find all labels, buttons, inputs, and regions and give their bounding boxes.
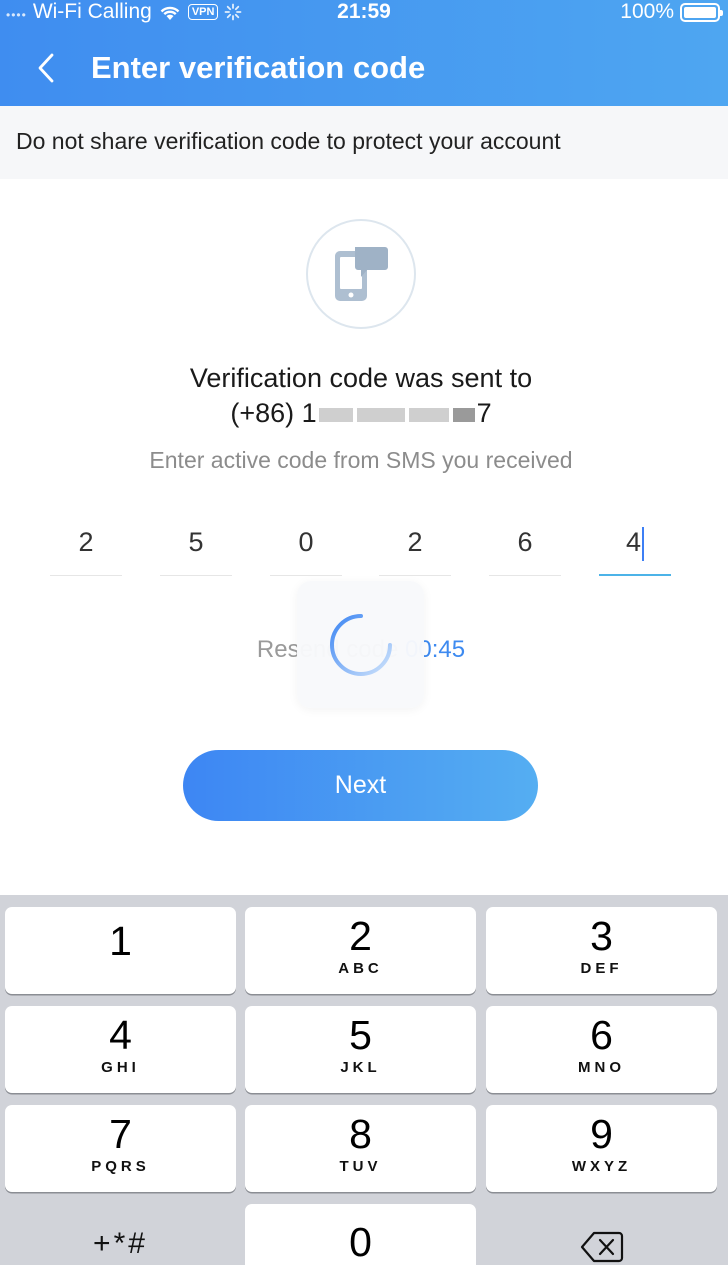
instruction-text: Enter active code from SMS you received	[149, 447, 573, 473]
redaction-mask	[356, 407, 405, 422]
next-button[interactable]: Next	[183, 750, 538, 821]
code-digit-input-active[interactable]: 4	[599, 520, 671, 576]
symbols-label: +*#	[93, 1227, 148, 1260]
back-button[interactable]	[26, 46, 66, 90]
keypad-key-7[interactable]: 7 PQRS	[5, 1105, 236, 1192]
backspace-icon	[580, 1231, 623, 1263]
loading-overlay	[297, 581, 424, 708]
key-letters: TUV	[339, 1158, 382, 1175]
code-digit: 4	[625, 527, 642, 557]
key-digit: 3	[590, 913, 613, 959]
code-digit-input[interactable]: 2	[50, 520, 122, 576]
code-digit-input[interactable]: 5	[160, 520, 232, 576]
notice-text: Do not share verification code to protec…	[16, 128, 561, 154]
keypad-key-9[interactable]: 9 WXYZ	[486, 1105, 717, 1192]
key-digit: 5	[349, 1012, 372, 1058]
code-digit-input[interactable]: 0	[270, 520, 342, 576]
key-letters: WXYZ	[571, 1158, 632, 1175]
status-right: 100%	[620, 0, 723, 24]
redaction-mask	[408, 407, 449, 422]
key-letters: MNO	[578, 1059, 625, 1076]
battery-percent: 100%	[620, 0, 674, 23]
text-caret	[642, 526, 645, 561]
keypad-delete-key[interactable]	[486, 1200, 717, 1265]
chevron-left-icon	[38, 53, 54, 83]
loading-spinner-icon	[329, 613, 392, 676]
key-digit: 9	[590, 1111, 613, 1157]
status-time: 21:59	[337, 0, 391, 23]
redaction-mask	[318, 407, 353, 422]
key-digit: 1	[109, 918, 132, 964]
sent-title: Verification code was sent to	[189, 363, 533, 393]
phone-prefix: (+86) 1	[230, 398, 317, 428]
keypad-key-6[interactable]: 6 MNO	[486, 1006, 717, 1093]
code-digit-input[interactable]: 2	[379, 520, 451, 576]
key-digit: 2	[349, 913, 372, 959]
key-digit: 6	[590, 1012, 613, 1058]
keypad-key-3[interactable]: 3 DEF	[486, 907, 717, 994]
keypad-key-4[interactable]: 4 GHI	[5, 1006, 236, 1093]
key-digit: 4	[109, 1012, 132, 1058]
key-digit: 8	[349, 1111, 372, 1157]
key-letters: PQRS	[91, 1158, 150, 1175]
status-bar: •••• Wi-Fi Calling VPN 21:59 100%	[0, 0, 728, 26]
keypad-symbols-key[interactable]: +*#	[5, 1200, 236, 1265]
key-digit: 0	[349, 1219, 372, 1265]
battery-icon	[680, 2, 723, 22]
masked-phone-number: (+86) 1 7	[0, 396, 722, 430]
keypad-key-8[interactable]: 8 TUV	[245, 1105, 476, 1192]
code-digit-input[interactable]: 6	[489, 520, 561, 576]
keypad-key-1[interactable]: 1	[5, 907, 236, 994]
phone-suffix: 7	[476, 398, 492, 428]
key-letters: ABC	[338, 960, 383, 977]
key-digit: 7	[109, 1111, 132, 1157]
phone-message-icon	[306, 219, 416, 329]
key-letters: GHI	[101, 1059, 140, 1076]
key-letters: DEF	[580, 960, 623, 977]
app-header: •••• Wi-Fi Calling VPN 21:59 100% Enter …	[0, 0, 728, 106]
redaction-mask	[452, 407, 475, 422]
keypad-key-2[interactable]: 2 ABC	[245, 907, 476, 994]
key-letters: JKL	[340, 1059, 381, 1076]
keypad-key-5[interactable]: 5 JKL	[245, 1006, 476, 1093]
page-title: Enter verification code	[91, 50, 426, 85]
numeric-keypad: 1 2 ABC 3 DEF 4 GHI 5 JKL 6 MNO 7 PQRS 8…	[0, 895, 728, 1265]
keypad-key-0[interactable]: 0	[245, 1204, 476, 1265]
